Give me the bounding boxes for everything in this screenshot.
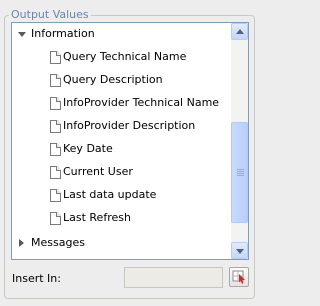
document-icon (50, 97, 61, 110)
tree-node-label: Messages (31, 236, 85, 249)
tree-item-last-data-update[interactable]: Last data update (12, 186, 230, 204)
thumb-grip-line (237, 171, 244, 172)
tree-item-label: Current User (63, 165, 133, 178)
tree-node-messages[interactable]: Messages (12, 234, 230, 252)
document-icon (50, 143, 61, 156)
tree-item-label: Query Technical Name (63, 50, 187, 63)
tree-item-last-refresh[interactable]: Last Refresh (12, 209, 230, 227)
tree-item-current-user[interactable]: Current User (12, 163, 230, 181)
tree-item-label: Query Description (63, 73, 163, 86)
document-icon (50, 120, 61, 133)
tree-node-information[interactable]: Information (12, 25, 230, 43)
group-title: Output Values (9, 8, 91, 22)
triangle-down-icon[interactable] (18, 32, 26, 37)
vertical-scrollbar[interactable] (231, 23, 248, 259)
tree-item-label: Last Refresh (63, 211, 131, 224)
document-icon (50, 212, 61, 225)
output-values-tree[interactable]: Information Query Technical Name Query D… (11, 22, 249, 260)
thumb-grip-line (237, 173, 244, 174)
tree-item-query-technical-name[interactable]: Query Technical Name (12, 48, 230, 66)
thumb-grip-line (237, 169, 244, 170)
tree-node-label: Information (31, 27, 95, 40)
tree-item-label: Last data update (63, 188, 157, 201)
document-icon (50, 74, 61, 87)
tree-item-infoprovider-description[interactable]: InfoProvider Description (12, 117, 230, 135)
document-icon (50, 51, 61, 64)
select-cell-icon (232, 270, 245, 284)
insert-in-field (124, 267, 223, 288)
chevron-down-icon (236, 249, 244, 254)
thumb-grip-line (237, 175, 244, 176)
tree-item-infoprovider-technical-name[interactable]: InfoProvider Technical Name (12, 94, 230, 112)
tree-item-label: InfoProvider Technical Name (63, 96, 220, 109)
tree-item-key-date[interactable]: Key Date (12, 140, 230, 158)
document-icon (50, 189, 61, 202)
tree-item-label: Key Date (63, 142, 113, 155)
document-icon (50, 166, 61, 179)
scroll-down-button[interactable] (231, 242, 248, 259)
select-cell-button[interactable] (229, 267, 249, 287)
chevron-up-icon (236, 29, 244, 34)
insert-in-label: Insert In: (12, 272, 61, 285)
scrollbar-thumb[interactable] (231, 122, 248, 223)
scroll-up-button[interactable] (231, 23, 248, 40)
triangle-right-icon[interactable] (19, 239, 24, 247)
tree-item-query-description[interactable]: Query Description (12, 71, 230, 89)
tree-item-label: InfoProvider Description (63, 119, 196, 132)
